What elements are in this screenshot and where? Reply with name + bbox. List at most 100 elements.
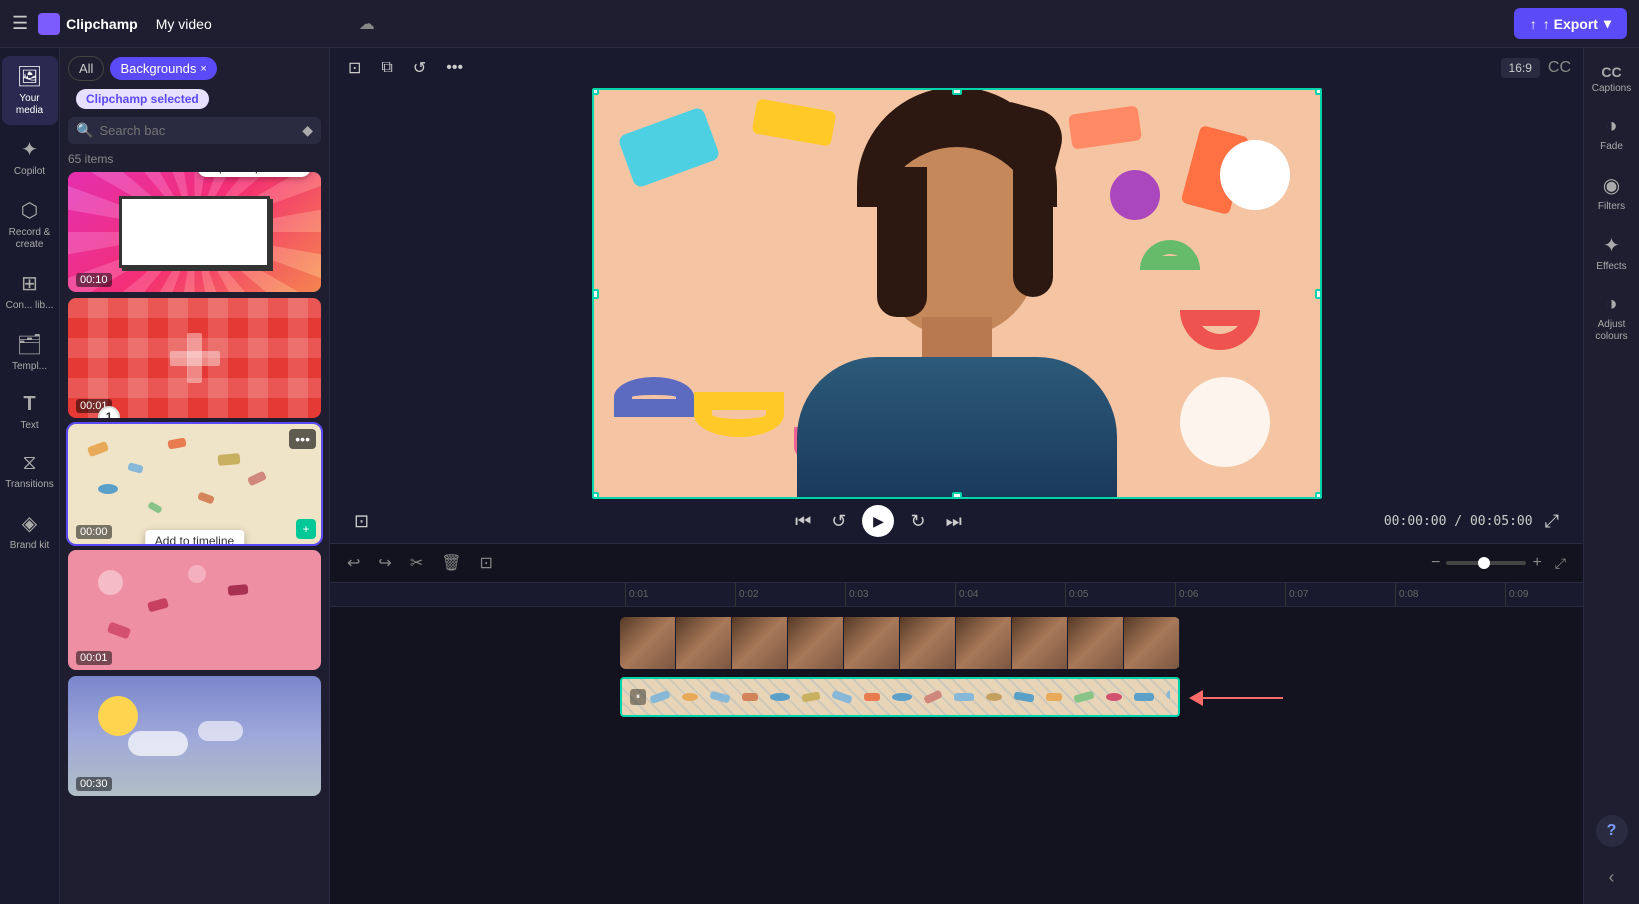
hamburger-menu-icon[interactable]: ☰ xyxy=(12,13,28,34)
rotate-tool-btn[interactable]: ↺ xyxy=(407,54,432,82)
fullscreen-btn[interactable]: ⤢ xyxy=(1541,507,1563,536)
bg-track-content: ⏸ xyxy=(620,675,1583,725)
sidebar-item-label-transitions: Transitions xyxy=(5,479,54,491)
delete-btn[interactable]: 🗑 xyxy=(436,550,466,576)
redo-btn[interactable]: ↪ xyxy=(373,550,396,576)
export-button[interactable]: ↑ ↑ Export ▾ xyxy=(1514,8,1627,39)
right-tool-fade[interactable]: ◑ Fade xyxy=(1586,107,1638,161)
clip-frame-5 xyxy=(844,617,900,669)
clip-pause-icon[interactable]: ⏸ xyxy=(630,689,646,705)
playback-right: 00:00:00 / 00:05:00 ⤢ xyxy=(1384,507,1563,536)
ruler-mark-1: 0:01 xyxy=(625,583,735,607)
screen-fit-btn[interactable]: ⊡ xyxy=(350,507,373,536)
adjust-colours-tool-label: Adjust colours xyxy=(1590,319,1634,343)
fade-tool-label: Fade xyxy=(1600,141,1623,153)
video-title-input[interactable] xyxy=(148,12,345,36)
content-library-icon: ⊞ xyxy=(21,271,38,296)
sidebar-item-copilot[interactable]: ✦ Copilot xyxy=(2,129,58,186)
sidebar-item-templates[interactable]: 🗂 Templ... xyxy=(2,324,58,381)
cut-btn[interactable]: ✂ xyxy=(405,550,428,576)
more-tools-btn[interactable]: ••• xyxy=(440,54,469,82)
selection-handle-bm xyxy=(952,492,962,499)
tab-close-icon[interactable]: × xyxy=(200,63,206,75)
filters-tool-label: Filters xyxy=(1598,201,1625,213)
expand-timeline-btn[interactable]: ⤢ xyxy=(1550,552,1571,575)
right-tool-captions[interactable]: CC Captions xyxy=(1586,56,1638,103)
go-to-end-btn[interactable]: ⏭ xyxy=(942,507,966,536)
undo-btn[interactable]: ↩ xyxy=(342,550,365,576)
preview-tools-left: ⊡ ⧉ ↺ ••• xyxy=(342,54,469,82)
timeline-ruler: 0:01 0:02 0:03 0:04 0:05 0:06 0:07 0:08 … xyxy=(330,583,1583,607)
thumb1-inner xyxy=(119,196,271,268)
rewind-btn[interactable]: ↺ xyxy=(827,507,850,536)
right-tool-filters[interactable]: ◉ Filters xyxy=(1586,165,1638,221)
go-to-start-btn[interactable]: ⏮ xyxy=(791,507,815,536)
sidebar-item-your-media[interactable]: 🖼 Your media xyxy=(2,56,58,125)
icon-sidebar: 🖼 Your media ✦ Copilot ⬡ Record & create… xyxy=(0,48,60,904)
video-track-row xyxy=(330,615,1583,671)
forward-btn[interactable]: ↻ xyxy=(906,507,929,536)
tab-backgrounds[interactable]: Backgrounds × xyxy=(110,57,216,80)
confetti-pattern xyxy=(650,679,1170,715)
tab-all[interactable]: All xyxy=(68,56,104,81)
sidebar-item-text[interactable]: T Text xyxy=(2,385,58,440)
bg-shape-purple-circle xyxy=(1110,170,1160,220)
pip-tool-btn[interactable]: ⧉ xyxy=(375,54,398,82)
effects-tool-icon: ✦ xyxy=(1603,233,1620,258)
bg-clip[interactable]: ⏸ xyxy=(620,677,1180,717)
zoom-out-icon[interactable]: − xyxy=(1431,554,1440,572)
right-tool-adjust-colours[interactable]: ◑ Adjust colours xyxy=(1586,285,1638,351)
ruler-mark-4: 0:04 xyxy=(955,583,1065,607)
media-item-2[interactable]: 00:01 1 👆 xyxy=(68,298,321,418)
right-tool-effects[interactable]: ✦ Effects xyxy=(1586,225,1638,281)
cloud-save-icon: ☁ xyxy=(359,14,375,34)
zoom-slider[interactable] xyxy=(1446,561,1526,565)
hair-left xyxy=(877,167,927,317)
record-create-icon: ⬡ xyxy=(21,198,38,223)
timeline-controls: ↩ ↪ ✂ 🗑 ⊡ − + ⤢ xyxy=(330,544,1583,583)
clipchamp-selected-filter[interactable]: Clipchamp selected xyxy=(76,89,209,109)
right-sidebar: CC Captions ◑ Fade ◉ Filters ✦ Effects ◑… xyxy=(1583,48,1639,904)
media-item-4[interactable]: 00:01 xyxy=(68,550,321,670)
add-item-btn-3[interactable]: + xyxy=(296,519,316,539)
add-to-timeline-tooltip: Add to timeline xyxy=(145,530,244,544)
sidebar-item-label-templates: Templ... xyxy=(12,361,47,373)
sidebar-item-brand-kit[interactable]: ◈ Brand kit xyxy=(2,503,58,560)
media-more-btn-3[interactable]: ••• xyxy=(289,429,316,449)
help-button[interactable]: ? xyxy=(1596,815,1628,847)
search-input[interactable] xyxy=(99,123,296,138)
bg-shape-red-arc xyxy=(1180,310,1260,350)
selection-handle-br xyxy=(1315,492,1322,499)
cross-shape xyxy=(170,333,220,383)
media-item-5[interactable]: 00:30 xyxy=(68,676,321,796)
sidebar-item-content-library[interactable]: ⊞ Con... lib... xyxy=(2,263,58,320)
premium-icon[interactable]: ◆ xyxy=(302,122,313,139)
topbar-right: ↑ ↑ Export ▾ xyxy=(1514,8,1627,39)
crop-tool-btn[interactable]: ⊡ xyxy=(342,54,367,82)
export-chevron-icon: ▾ xyxy=(1604,15,1611,32)
video-clip[interactable] xyxy=(620,617,1180,669)
transitions-icon: ⧖ xyxy=(22,452,36,475)
items-count: 65 items xyxy=(60,150,329,172)
media-item-3[interactable]: ••• + 00:00 Add to timeline 3 👆 xyxy=(68,424,321,544)
sidebar-item-record-create[interactable]: ⬡ Record & create xyxy=(2,190,58,259)
clip-frame-1 xyxy=(620,617,676,669)
bg-clip-pattern: ⏸ xyxy=(622,679,1178,715)
topbar-left: ☰ Clipchamp ☁ xyxy=(12,12,375,36)
media-panel: All Backgrounds × Clipchamp selected 🔍 ◆… xyxy=(60,48,330,904)
sidebar-item-transitions[interactable]: ⧖ Transitions xyxy=(2,444,58,499)
play-pause-btn[interactable]: ▶ xyxy=(862,505,894,537)
collapse-panel-btn[interactable]: ‹ xyxy=(1601,859,1623,896)
playback-left: ⊡ xyxy=(350,507,373,536)
logo: Clipchamp xyxy=(38,13,138,35)
timeline-extra-btn[interactable]: ⊡ xyxy=(475,550,498,576)
media-item-1[interactable]: 00:10 Clipchamp selec... xyxy=(68,172,321,292)
captions-icon[interactable]: CC xyxy=(1548,59,1571,77)
preview-tools-right: 16:9 CC xyxy=(1501,58,1571,78)
bg-shape-white-circle xyxy=(1220,140,1290,210)
zoom-in-icon[interactable]: + xyxy=(1532,554,1541,572)
selection-handle-ml xyxy=(592,289,599,299)
media-thumb-1: 00:10 xyxy=(68,172,321,292)
captions-tool-icon: CC xyxy=(1601,64,1621,80)
aspect-ratio-badge[interactable]: 16:9 xyxy=(1501,58,1540,78)
